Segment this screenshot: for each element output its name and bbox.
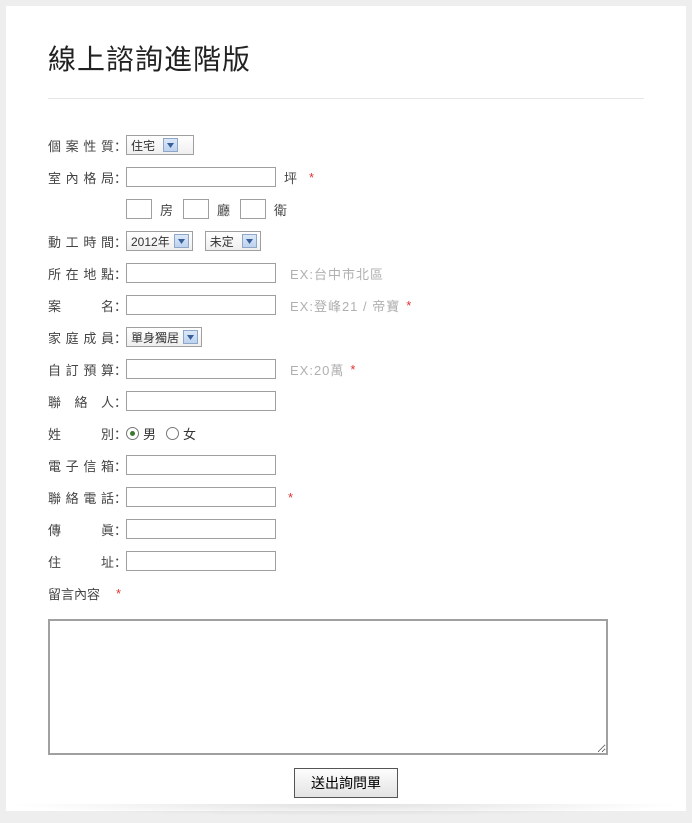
label-case-type: 個案性質	[48, 136, 114, 155]
baths-input[interactable]	[240, 199, 266, 219]
case-name-input[interactable]	[126, 295, 276, 315]
chevron-down-icon	[183, 330, 198, 344]
unit-hall: 廳	[217, 200, 230, 219]
address-input[interactable]	[126, 551, 276, 571]
row-case-type: 個案性質 ： 住宅	[48, 133, 644, 157]
chevron-down-icon	[174, 234, 189, 248]
row-phone: 聯絡電話 ： *	[48, 485, 644, 509]
row-address: 住 址 ：	[48, 549, 644, 573]
required-mark: *	[288, 490, 293, 505]
hint-location: EX:台中市北區	[290, 264, 384, 283]
row-family: 家庭成員 ： 單身獨居	[48, 325, 644, 349]
label-message: 留言內容	[48, 584, 114, 603]
hint-case-name: EX:登峰21 / 帝寶	[290, 296, 400, 315]
row-layout-sub: 房 廳 衛	[48, 197, 644, 221]
submit-button[interactable]: 送出詢問單	[294, 768, 398, 798]
budget-input[interactable]	[126, 359, 276, 379]
required-mark: *	[350, 362, 355, 377]
submit-row: 送出詢問單	[48, 768, 644, 798]
row-gender: 姓 別 ： 男 女	[48, 421, 644, 445]
row-budget: 自訂預算 ： EX:20萬*	[48, 357, 644, 381]
label-email: 電子信箱	[48, 456, 114, 475]
required-mark: *	[406, 298, 411, 313]
gender-female-radio[interactable]	[166, 427, 179, 440]
row-start-time: 動工時間 ： 2012年 未定	[48, 229, 644, 253]
label-family: 家庭成員	[48, 328, 114, 347]
month-select[interactable]: 未定	[205, 231, 261, 251]
form-card: 線上諮詢進階版 個案性質 ： 住宅 室內格局 ： 坪* 房 廳	[6, 6, 686, 811]
unit-ping: 坪	[284, 168, 297, 187]
gender-female-label: 女	[183, 424, 196, 443]
label-phone: 聯絡電話	[48, 488, 114, 507]
layout-ping-input[interactable]	[126, 167, 276, 187]
required-mark: *	[309, 170, 314, 185]
row-contact: 聯 絡 人 ：	[48, 389, 644, 413]
case-type-select[interactable]: 住宅	[126, 135, 194, 155]
row-layout: 室內格局 ： 坪*	[48, 165, 644, 189]
chevron-down-icon	[242, 234, 257, 248]
divider	[48, 98, 644, 99]
location-input[interactable]	[126, 263, 276, 283]
row-email: 電子信箱 ：	[48, 453, 644, 477]
footer-shadow	[6, 804, 686, 816]
chevron-down-icon	[163, 138, 178, 152]
gender-male-radio[interactable]	[126, 427, 139, 440]
year-select[interactable]: 2012年	[126, 231, 193, 251]
email-input[interactable]	[126, 455, 276, 475]
fax-input[interactable]	[126, 519, 276, 539]
row-location: 所在地點 ： EX:台中市北區	[48, 261, 644, 285]
label-contact: 聯 絡 人	[48, 392, 114, 411]
rooms-input[interactable]	[126, 199, 152, 219]
row-fax: 傳 眞 ：	[48, 517, 644, 541]
label-location: 所在地點	[48, 264, 114, 283]
row-case-name: 案 名 ： EX:登峰21 / 帝寶*	[48, 293, 644, 317]
family-select[interactable]: 單身獨居	[126, 327, 202, 347]
page-title: 線上諮詢進階版	[48, 38, 644, 78]
contact-input[interactable]	[126, 391, 276, 411]
label-budget: 自訂預算	[48, 360, 114, 379]
label-case-name: 案 名	[48, 296, 114, 315]
label-fax: 傳 眞	[48, 520, 114, 539]
label-start-time: 動工時間	[48, 232, 114, 251]
label-gender: 姓 別	[48, 424, 114, 443]
label-address: 住 址	[48, 552, 114, 571]
phone-input[interactable]	[126, 487, 276, 507]
hint-budget: EX:20萬	[290, 360, 344, 379]
row-message-label: 留言內容*	[48, 581, 644, 605]
gender-male-label: 男	[143, 424, 156, 443]
unit-room: 房	[160, 200, 173, 219]
required-mark: *	[116, 586, 121, 601]
halls-input[interactable]	[183, 199, 209, 219]
unit-bath: 衛	[274, 200, 287, 219]
label-layout: 室內格局	[48, 168, 114, 187]
message-textarea[interactable]	[48, 619, 608, 755]
